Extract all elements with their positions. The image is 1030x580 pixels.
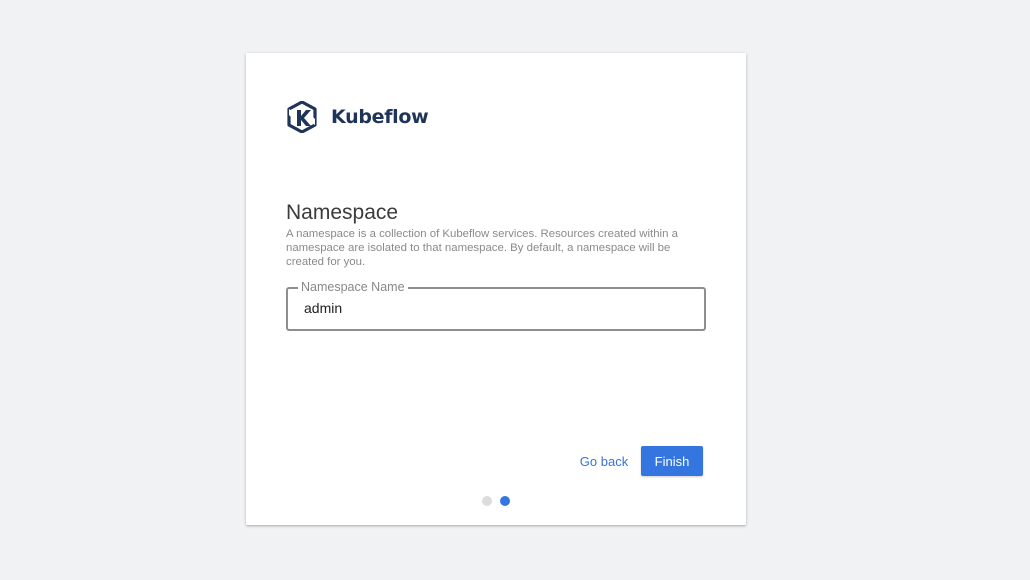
- kubeflow-logo-icon: [287, 101, 317, 133]
- setup-card: Kubeflow Namespace A namespace is a coll…: [246, 53, 746, 525]
- step-indicator: [482, 496, 510, 506]
- brand-name: Kubeflow: [331, 106, 429, 128]
- step-dot-2-active[interactable]: [500, 496, 510, 506]
- brand-header: Kubeflow: [286, 101, 429, 133]
- step-description: A namespace is a collection of Kubeflow …: [286, 228, 678, 268]
- finish-button[interactable]: Finish: [641, 446, 703, 476]
- go-back-button[interactable]: Go back: [573, 446, 635, 476]
- step-title: Namespace: [286, 201, 399, 224]
- step-dot-1[interactable]: [482, 496, 492, 506]
- namespace-name-field[interactable]: Namespace Name: [286, 280, 706, 331]
- namespace-name-label: Namespace Name: [298, 280, 408, 294]
- namespace-name-input[interactable]: [304, 297, 684, 319]
